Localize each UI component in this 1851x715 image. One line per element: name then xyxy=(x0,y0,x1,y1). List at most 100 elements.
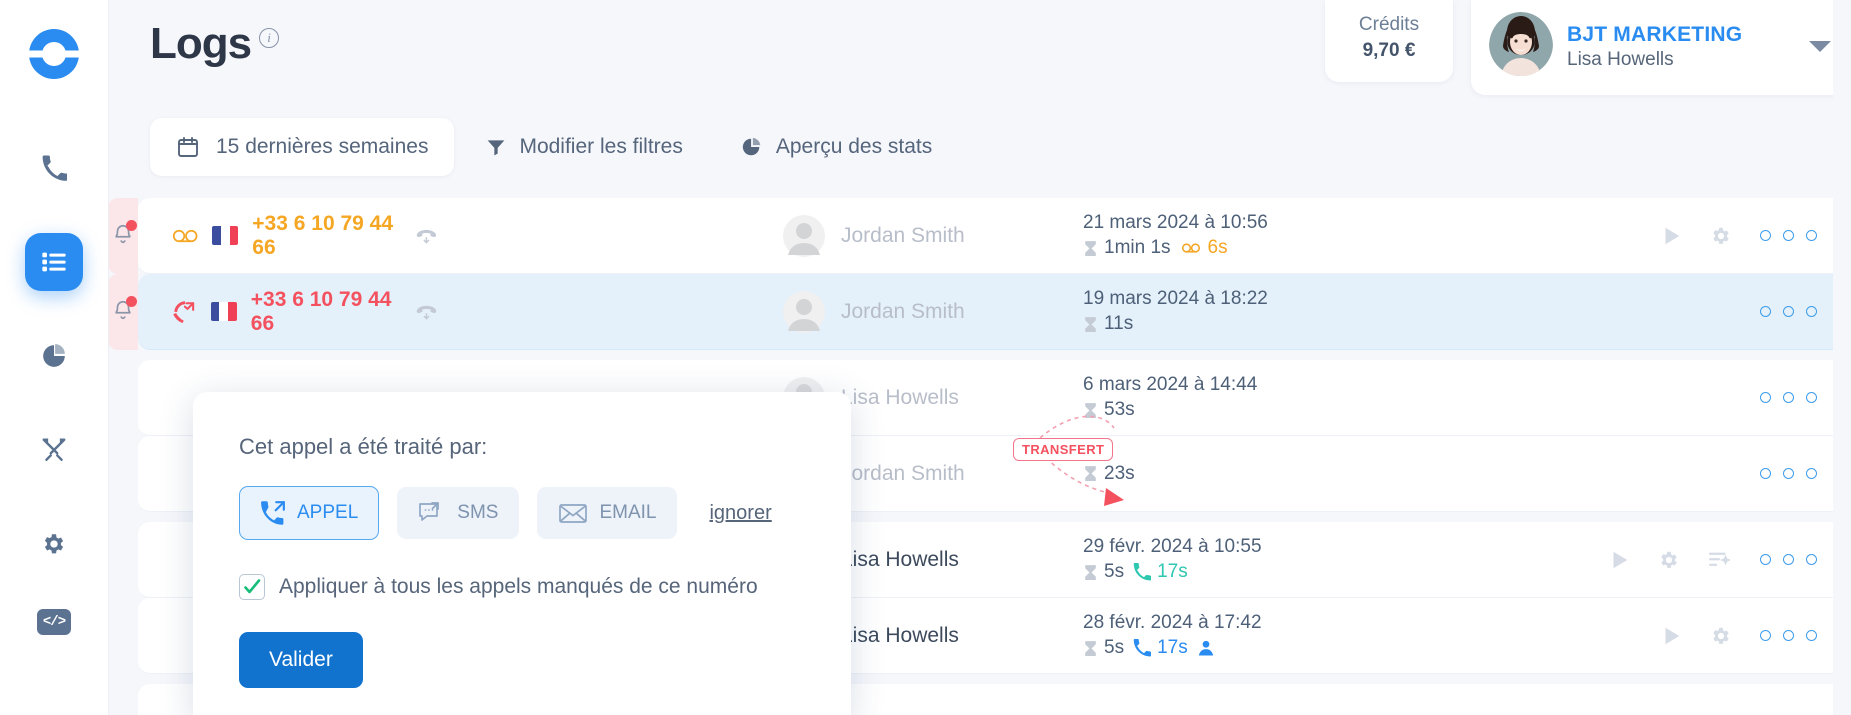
contact-name: Jordan Smith xyxy=(841,223,965,247)
meta-cell: 6 mars 2024 à 14:44 53s xyxy=(1083,374,1413,421)
meta-row: 1min 1s 6s xyxy=(1083,237,1413,259)
chevron-down-icon[interactable] xyxy=(1809,41,1831,52)
checkmark-icon xyxy=(244,579,261,594)
gear-icon[interactable] xyxy=(1710,625,1732,647)
funnel-icon xyxy=(488,140,505,156)
info-icon[interactable]: i xyxy=(259,28,280,48)
crossed-swords-icon xyxy=(42,438,66,461)
meta-row: 23s xyxy=(1083,463,1413,485)
call-treated-popup: Cet appel a été traité par: APPEL SMS EM… xyxy=(193,392,851,715)
log-date: 6 mars 2024 à 14:44 xyxy=(1083,374,1258,395)
date-range-label: 15 dernières semaines xyxy=(216,135,429,158)
play-icon[interactable] xyxy=(1608,549,1630,571)
account-card[interactable]: BJT MARKETING Lisa Howells xyxy=(1471,0,1851,95)
sidebar-item-campaigns[interactable] xyxy=(25,421,83,479)
notification-dot xyxy=(126,219,137,231)
avatar xyxy=(783,214,825,257)
voicemail-icon xyxy=(1181,243,1200,253)
flag-france-icon xyxy=(210,302,237,321)
option-email-button[interactable]: EMAIL xyxy=(537,487,678,539)
bell-icon xyxy=(112,219,137,251)
sidebar-nav: </> xyxy=(25,139,83,635)
row-actions xyxy=(1608,549,1851,571)
duration-value: 5s xyxy=(1104,637,1125,658)
sidebar-item-settings[interactable] xyxy=(25,515,83,573)
credits-label: Crédits xyxy=(1358,14,1420,35)
gear-icon xyxy=(44,534,64,554)
option-appel-label: APPEL xyxy=(297,502,359,523)
ai-summary-icon[interactable] xyxy=(1708,549,1732,571)
sidebar-item-logs[interactable] xyxy=(25,233,83,291)
ignore-link[interactable]: ignorer xyxy=(709,502,771,525)
envelope-icon xyxy=(559,504,588,523)
pie-chart-icon xyxy=(742,137,761,156)
sidebar-item-stats[interactable] xyxy=(25,327,83,385)
sidebar: </> xyxy=(0,0,108,715)
option-sms-label: SMS xyxy=(457,502,499,523)
duration-item: 1min 1s xyxy=(1083,237,1171,259)
phone-number[interactable]: +33 6 10 79 44 66 xyxy=(252,212,401,260)
more-options-button[interactable] xyxy=(1760,630,1817,641)
flag-france-icon xyxy=(212,226,239,245)
credits-card[interactable]: Crédits 9,70 € xyxy=(1325,0,1453,82)
filter-bar: 15 dernières semaines Modifier les filtr… xyxy=(108,118,1851,176)
main-area: Logs i Crédits 9,70 € BJT MARKETING Lisa… xyxy=(108,0,1851,715)
duration-item: 53s xyxy=(1083,399,1135,421)
option-sms-button[interactable]: SMS xyxy=(397,487,520,539)
contact-cell: Jordan Smith xyxy=(783,290,1083,333)
credits-value: 9,70 € xyxy=(1362,40,1416,61)
gear-icon[interactable] xyxy=(1658,549,1680,571)
topbar: Logs i Crédits 9,70 € BJT MARKETING Lisa… xyxy=(108,0,1851,100)
voicemail-icon xyxy=(172,229,198,242)
hourglass-icon xyxy=(1085,564,1096,580)
phone-icon xyxy=(1133,563,1152,581)
contact-cell: Jordan Smith xyxy=(783,214,1083,257)
hangup-icon xyxy=(416,305,437,320)
table-row[interactable]: +33 6 10 79 44 66 Jordan Smith 19 mars 2… xyxy=(108,274,1851,350)
gear-icon[interactable] xyxy=(1710,225,1732,247)
duration-item: 5s xyxy=(1083,637,1124,659)
missed-notification-tab[interactable] xyxy=(108,198,138,274)
option-email-label: EMAIL xyxy=(599,502,657,523)
sms-icon xyxy=(419,502,440,521)
validate-button[interactable]: Valider xyxy=(239,632,363,688)
play-icon[interactable] xyxy=(1660,225,1682,247)
modify-filters-button[interactable]: Modifier les filtres xyxy=(460,118,708,176)
play-icon[interactable] xyxy=(1660,625,1682,647)
notification-dot xyxy=(126,295,137,307)
more-options-button[interactable] xyxy=(1760,468,1817,479)
topbar-right: Crédits 9,70 € BJT MARKETING Lisa Howell… xyxy=(1325,0,1851,95)
voicemail-duration: 6s xyxy=(1207,237,1228,258)
meta-cell: 28 févr. 2024 à 17:42 5s 17s xyxy=(1083,612,1413,659)
more-options-button[interactable] xyxy=(1760,392,1817,403)
list-icon xyxy=(42,252,66,272)
hourglass-icon xyxy=(1085,466,1096,481)
meta-cell: 23s xyxy=(1083,463,1413,485)
meta-cell: 19 mars 2024 à 18:22 11s xyxy=(1083,288,1413,335)
stats-overview-button[interactable]: Aperçu des stats xyxy=(715,118,958,176)
log-date: 21 mars 2024 à 10:56 xyxy=(1083,212,1268,233)
right-gutter xyxy=(1833,0,1851,715)
talk-time-value: 17s xyxy=(1157,561,1188,582)
brand-logo-icon[interactable] xyxy=(26,26,82,87)
more-options-button[interactable] xyxy=(1760,554,1817,565)
assigned-user-item xyxy=(1197,639,1215,657)
talk-time-item: 17s xyxy=(1133,561,1188,583)
table-row[interactable]: +33 6 10 79 44 66 Jordan Smith 21 mars 2… xyxy=(108,198,1851,274)
missed-notification-tab[interactable] xyxy=(108,274,138,350)
hourglass-icon xyxy=(1085,240,1096,256)
meta-row: 11s xyxy=(1083,313,1413,335)
log-date: 29 févr. 2024 à 10:55 xyxy=(1083,536,1262,557)
more-options-button[interactable] xyxy=(1760,230,1817,241)
account-org: BJT MARKETING xyxy=(1567,22,1743,46)
sidebar-item-calls[interactable] xyxy=(25,139,83,197)
apply-all-checkbox[interactable] xyxy=(239,574,265,600)
date-range-filter[interactable]: 15 dernières semaines xyxy=(150,118,455,176)
option-appel-button[interactable]: APPEL xyxy=(239,486,380,540)
hourglass-icon xyxy=(1085,402,1096,418)
code-icon: </> xyxy=(42,614,66,630)
sidebar-item-developers[interactable]: </> xyxy=(37,609,71,635)
more-options-button[interactable] xyxy=(1760,306,1817,317)
phone-number[interactable]: +33 6 10 79 44 66 xyxy=(251,288,401,336)
popup-title: Cet appel a été traité par: xyxy=(239,434,488,459)
